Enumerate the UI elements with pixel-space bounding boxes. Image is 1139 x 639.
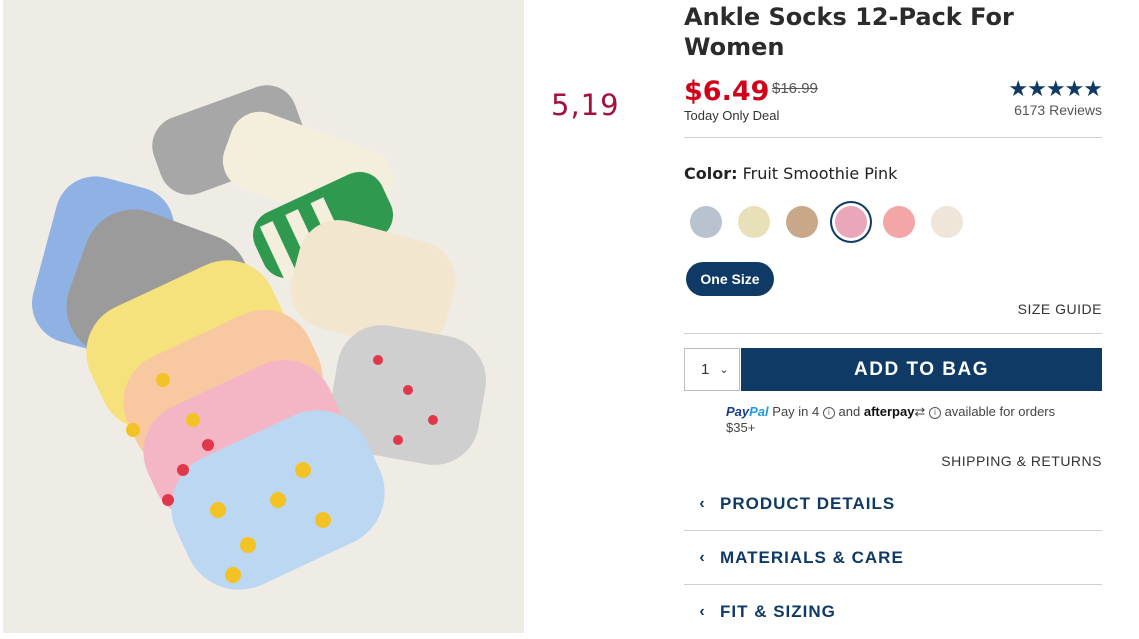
divider [684,333,1102,334]
accordion-label: FIT & SIZING [720,602,836,621]
paypal-logo: PayPal [726,404,769,419]
sale-price: $6.49 [684,76,770,107]
accordion-label: PRODUCT DETAILS [720,494,896,513]
swatch-5[interactable] [883,206,915,238]
swatch-1[interactable] [690,206,722,238]
color-value: Fruit Smoothie Pink [742,164,898,183]
add-to-bag-button[interactable]: ADD TO BAG [741,348,1102,391]
size-guide-link[interactable]: SIZE GUIDE [1018,301,1102,317]
shipping-returns-link[interactable]: SHIPPING & RETURNS [941,453,1102,469]
chevron-left-icon: ‹ [699,495,705,512]
color-label-row: Color: Fruit Smoothie Pink [684,164,897,183]
accordion-fit-sizing[interactable]: ‹ FIT & SIZING [684,585,1102,639]
paypal-text: Pay in 4 [772,404,820,419]
afterpay-icon: ⇄ [914,404,926,419]
deal-label: Today Only Deal [684,108,780,123]
socks-illustration [3,0,524,633]
quantity-select[interactable]: 1 ⌄ [684,348,740,391]
overlay-number: 5,19 [551,88,620,122]
swatch-4-selected[interactable] [835,206,867,238]
product-title: Ankle Socks 12-Pack For Women [684,3,1014,61]
info-icon[interactable]: i [928,406,941,419]
info-icon[interactable]: i [822,406,835,419]
chevron-left-icon: ‹ [699,603,705,620]
accordion-label: MATERIALS & CARE [720,548,904,567]
color-swatches [690,206,990,246]
product-image[interactable] [3,0,524,633]
divider [684,137,1102,138]
quantity-value: 1 [701,361,710,378]
and-text: and [838,404,861,419]
swatch-2[interactable] [738,206,770,238]
accordion-materials-care[interactable]: ‹ MATERIALS & CARE [684,531,1102,585]
original-price: $16.99 [772,80,818,97]
swatch-3[interactable] [786,206,818,238]
accordion-product-details[interactable]: ‹ PRODUCT DETAILS [684,477,1102,531]
payment-options: PayPal Pay in 4 i and afterpay⇄ i availa… [726,404,1086,436]
rating-stars[interactable]: ★★★★★ [1008,76,1103,102]
reviews-link[interactable]: 6173 Reviews [1014,102,1102,118]
chevron-down-icon: ⌄ [719,364,729,376]
chevron-left-icon: ‹ [699,549,705,566]
swatch-6[interactable] [931,206,963,238]
color-label: Color: [684,164,738,183]
size-one-size-button[interactable]: One Size [686,262,774,296]
afterpay-logo: afterpay [863,404,915,419]
